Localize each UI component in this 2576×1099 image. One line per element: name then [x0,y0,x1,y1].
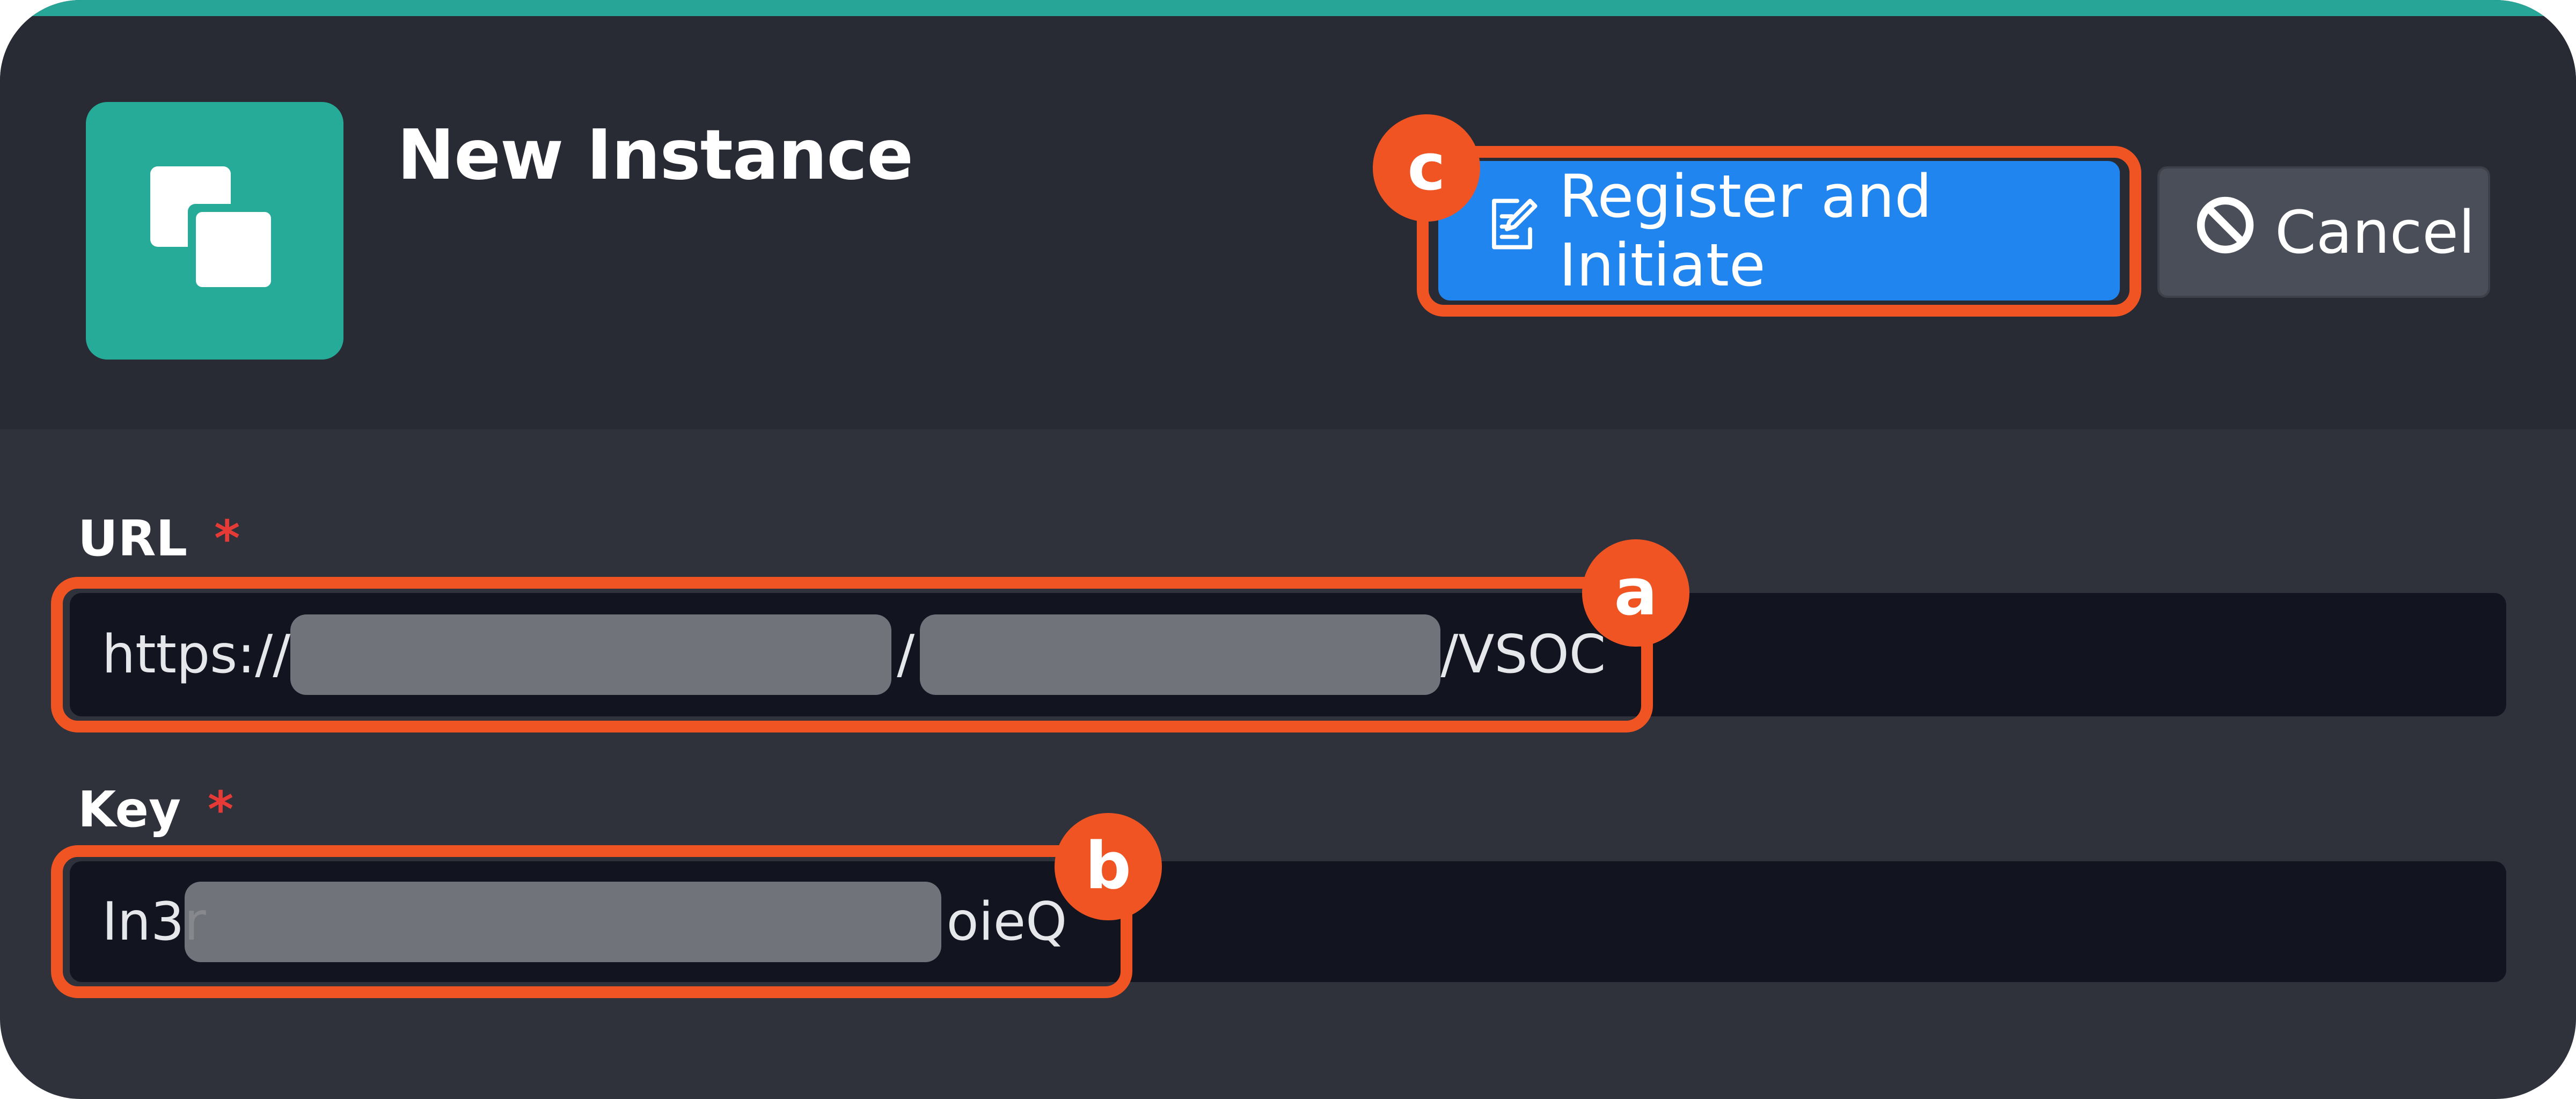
url-field-label: URL * [78,510,240,567]
ban-circle-icon [2194,194,2256,270]
copy-windows-icon [86,102,343,360]
url-label-text: URL [78,510,188,567]
required-marker: * [214,510,240,567]
cancel-button[interactable]: Cancel [2157,166,2490,298]
page-title: New Instance [397,115,913,195]
annotation-badge-b: b [1055,813,1162,920]
new-instance-dialog: New Instance Register and Initiate Cance… [0,0,2576,1099]
key-label-text: Key [78,781,181,838]
highlight-box-c [1417,146,2141,317]
annotation-badge-a: a [1582,539,1689,647]
top-accent-bar [0,0,2576,16]
highlight-box-b [51,845,1132,998]
cancel-button-label: Cancel [2275,197,2475,267]
key-field-label: Key * [78,781,233,838]
required-marker: * [208,781,234,838]
annotation-badge-c: c [1373,114,1480,222]
highlight-box-a [51,577,1653,732]
